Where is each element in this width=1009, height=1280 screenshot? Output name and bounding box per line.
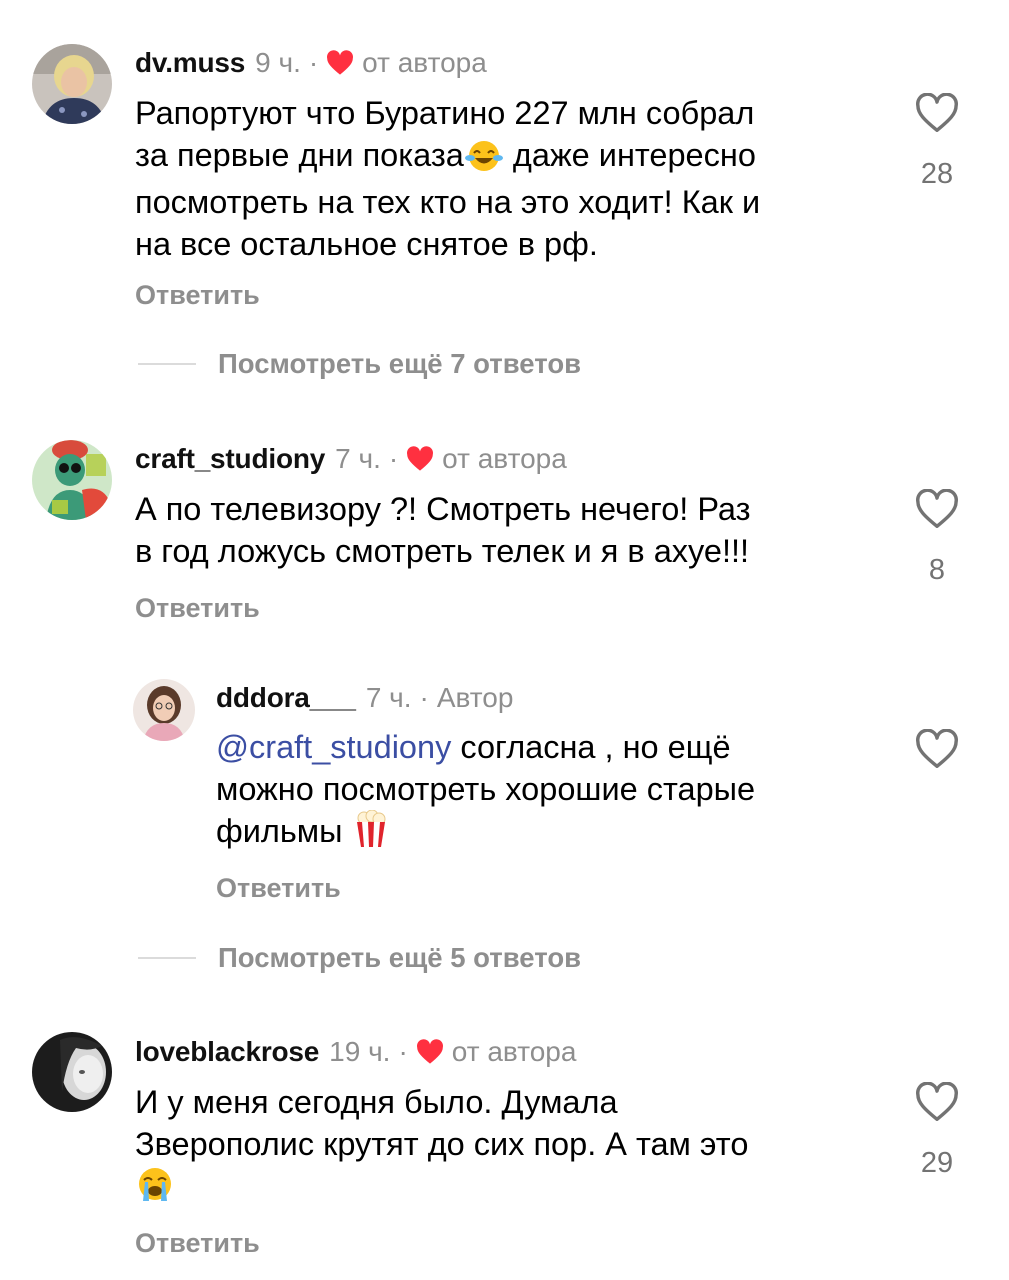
comment-text: @craft_studiony согласна , но ещё можно … (216, 727, 896, 859)
comment-meta: dddora___ 7 ч. · Автор (216, 680, 513, 716)
comment-text: Рапортуют что Буратино 227 млн собрал за… (135, 93, 875, 265)
comment-line (135, 1165, 875, 1214)
reply-button[interactable]: Ответить (135, 593, 260, 624)
username[interactable]: dv.muss (135, 45, 245, 81)
like-button[interactable] (915, 728, 959, 774)
comment-line-part: согласна , но ещё (451, 729, 731, 765)
like-count: 29 (920, 1147, 954, 1179)
tears-of-joy-emoji (464, 138, 504, 183)
avatar[interactable] (32, 440, 112, 520)
heart-outline-icon (916, 488, 958, 528)
comment-line: в год ложусь смотреть телек и я в ахуе!!… (135, 532, 750, 569)
comment-line: за первые дни показа даже интересно (135, 135, 875, 183)
heart-outline-icon (916, 728, 958, 768)
like-button[interactable] (915, 488, 959, 534)
popcorn-emoji (352, 809, 390, 859)
timestamp: 19 ч. (329, 1036, 391, 1067)
view-more-replies[interactable]: Посмотреть ещё 5 ответов (138, 942, 581, 974)
divider-line (138, 363, 196, 365)
like-button[interactable] (915, 92, 959, 138)
like-count: 8 (928, 554, 946, 586)
author-label: Автор (436, 682, 514, 713)
username[interactable]: craft_studiony (135, 441, 325, 477)
separator-dot: · (308, 47, 319, 78)
reply-button[interactable]: Ответить (135, 1228, 260, 1259)
comment-line-part: даже интересно (503, 136, 756, 173)
comment-meta: dv.muss 9 ч. · от автора (135, 45, 487, 81)
author-liked-label: от автора (362, 47, 487, 78)
comment-meta: loveblackrose 19 ч. · от автора (135, 1034, 576, 1070)
comment-text: А по телевизору ?! Смотреть нечего! Раз … (135, 489, 875, 572)
username[interactable]: loveblackrose (135, 1034, 319, 1070)
comment-line: @craft_studiony согласна , но ещё (216, 727, 896, 769)
username[interactable]: dddora___ (216, 680, 356, 716)
mention-link[interactable]: @craft_studiony (216, 729, 451, 765)
comment-line-part: за первые дни показа (135, 136, 464, 173)
comment-line: на все остальное снятое в рф. (135, 225, 598, 262)
heart-outline-icon (916, 92, 958, 132)
comment-line-part: фильмы (216, 813, 352, 849)
avatar[interactable] (133, 679, 195, 741)
timestamp: 9 ч. (255, 47, 301, 78)
author-liked-label: от автора (451, 1036, 577, 1067)
comment-line: посмотреть на тех кто на это ходит! Как … (135, 184, 761, 220)
view-more-replies[interactable]: Посмотреть ещё 7 ответов (138, 348, 581, 380)
avatar[interactable] (32, 1032, 112, 1112)
timestamp: 7 ч. (365, 682, 412, 713)
view-more-replies-label: Посмотреть ещё 5 ответов (218, 942, 582, 973)
heart-filled-icon (327, 50, 354, 75)
comment-meta: craft_studiony 7 ч. · от автора (135, 441, 567, 477)
divider-line (138, 957, 196, 959)
separator-dot: · (398, 1036, 408, 1067)
heart-outline-icon (916, 1081, 958, 1121)
comment-line: И у меня сегодня было. Думала (135, 1084, 618, 1120)
avatar[interactable] (32, 44, 112, 124)
view-more-replies-label: Посмотреть ещё 7 ответов (218, 348, 582, 379)
like-count: 28 (920, 158, 954, 190)
separator-dot: · (388, 443, 399, 474)
loudly-crying-emoji (135, 1165, 175, 1214)
heart-filled-icon (416, 1039, 443, 1064)
comment-line: можно посмотреть хорошие старые (216, 770, 756, 807)
comment-line: А по телевизору ?! Смотреть нечего! Раз (135, 491, 751, 527)
heart-filled-icon (407, 446, 434, 471)
like-button[interactable] (915, 1081, 959, 1127)
reply-button[interactable]: Ответить (216, 873, 341, 904)
author-liked-label: от автора (442, 443, 567, 474)
comment-line: фильмы (216, 809, 896, 859)
comment-line: Зверополис крутят до сих пор. А там это (135, 1125, 749, 1162)
separator-dot: · (419, 682, 429, 713)
comment-text: И у меня сегодня было. Думала Зверополис… (135, 1082, 875, 1214)
comment-line: Рапортуют что Буратино 227 млн собрал (135, 95, 755, 131)
reply-button[interactable]: Ответить (135, 280, 260, 311)
timestamp: 7 ч. (335, 443, 381, 474)
